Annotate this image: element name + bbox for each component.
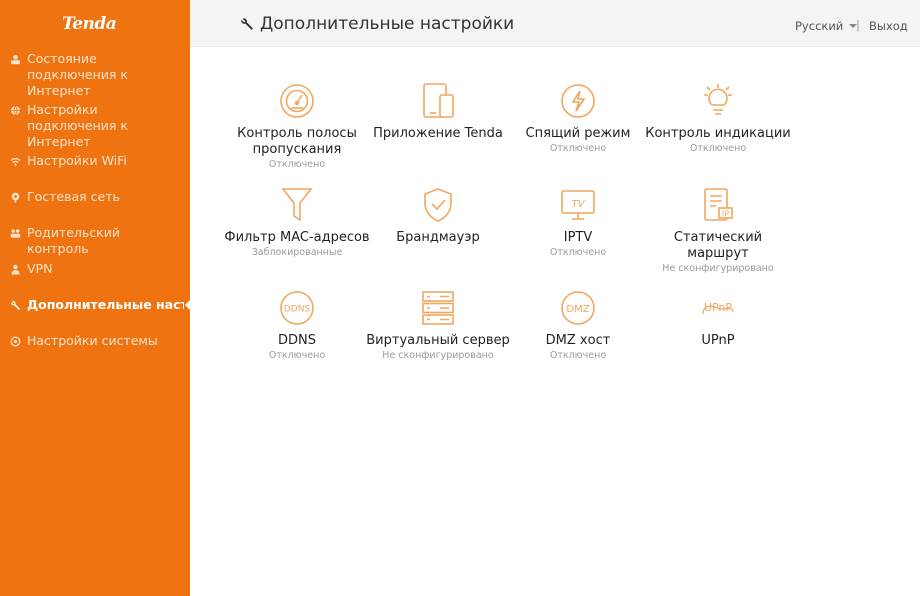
sidebar-item-vpn[interactable]: VPN [0,261,190,297]
wrench-icon [10,297,27,311]
sidebar-item-label: VPN [27,261,53,276]
logout-link[interactable]: Выход [869,19,908,33]
tile-mac-filter[interactable]: Фильтр MAC-адресов Заблокированные [222,186,372,259]
guest-icon [10,189,27,203]
light-bulb-icon [643,82,793,120]
sidebar-item-advanced-settings[interactable]: Дополнительные настройки [0,297,191,333]
upnp-icon: UPnP [643,289,793,327]
route-document-icon: IP [643,186,793,224]
ddns-icon: DDNS [222,289,372,327]
sidebar: Tenda Состояние подключения к Интернет Н… [0,0,191,596]
sidebar-item-label: Настройки системы [27,333,158,348]
tile-status: Отключено [549,350,607,361]
sidebar-nav: Состояние подключения к Интернет Настрой… [0,51,191,369]
header-separator: | [856,18,860,32]
tile-status: Отключено [549,143,607,154]
tile-firewall[interactable]: Брандмауэр [363,186,513,247]
tile-name: Контроль индикации [645,126,791,141]
funnel-icon [222,186,372,224]
tile-name: IPTV [563,230,593,245]
sidebar-item-system-settings[interactable]: Настройки системы [0,333,190,369]
page-title-text: Дополнительные настройки [260,14,515,34]
devices-icon [363,82,513,120]
tile-ddns[interactable]: DDNS DDNS Отключено [222,289,372,362]
tile-name: UPnP [701,333,735,348]
tile-status: Не сконфигурировано [382,350,494,361]
tile-name: Спящий режим [525,126,631,141]
sidebar-item-internet-status[interactable]: Состояние подключения к Интернет [0,51,190,102]
tenda-logo: Tenda [62,14,117,34]
language-select[interactable]: Русский [795,19,858,33]
svg-text:DMZ: DMZ [566,304,589,315]
tile-bandwidth-control[interactable]: Контроль полосы пропускания Отключено [222,82,372,171]
tv-icon: TV [503,186,653,224]
shield-check-icon [363,186,513,224]
sidebar-item-label: Настройки WiFi [27,153,127,168]
tile-status: Отключено [549,247,607,258]
tile-status: Не сконфигурировано [662,263,774,274]
page-title: Дополнительные настройки [240,14,514,34]
tile-name: Брандмауэр [396,230,480,245]
svg-text:DDNS: DDNS [284,305,311,315]
svg-text:IP: IP [722,210,729,219]
dmz-icon: DMZ [503,289,653,327]
sidebar-item-label: Дополнительные настройки [27,297,184,312]
wifi-icon [10,153,27,167]
sleep-power-icon [503,82,653,120]
system-gear-icon [10,333,27,347]
tile-name: Контроль полосы пропускания [237,126,357,157]
tile-status: Заблокированные [251,247,343,258]
tile-name: Фильтр MAC-адресов [224,230,370,245]
sidebar-item-wifi[interactable]: Настройки WiFi [0,153,190,189]
tile-dmz-host[interactable]: DMZ DMZ хост Отключено [503,289,653,362]
sidebar-item-label: Гостевая сеть [27,189,120,204]
tile-led-control[interactable]: Контроль индикации Отключено [643,82,793,155]
sidebar-item-internet-settings[interactable]: Настройки подключения к Интернет [0,102,190,153]
tile-iptv[interactable]: TV IPTV Отключено [503,186,653,259]
server-icon [363,289,513,327]
tile-status: Отключено [268,350,326,361]
tile-sleep-mode[interactable]: Спящий режим Отключено [503,82,653,155]
wrench-icon [240,17,254,31]
connection-status-icon [10,51,27,65]
parental-icon [10,225,27,239]
top-bar: Дополнительные настройки Русский | Выход [190,0,920,47]
tile-name: Статический маршрут [673,230,763,261]
tile-virtual-server[interactable]: Виртуальный сервер Не сконфигурировано [363,289,513,362]
sidebar-item-label: Состояние подключения к Интернет [27,51,128,98]
tile-tenda-app[interactable]: Приложение Tenda [363,82,513,143]
language-label: Русский [795,19,844,33]
tile-status: Отключено [268,159,326,170]
sidebar-item-label: Родительский контроль [27,225,120,256]
tile-name: Приложение Tenda [373,126,503,141]
tile-upnp[interactable]: UPnP UPnP [643,289,793,350]
speedometer-icon [222,82,372,120]
sidebar-item-parental-control[interactable]: Родительский контроль [0,225,190,261]
vpn-icon [10,261,27,275]
tile-name: DDNS [278,333,316,348]
svg-text:TV: TV [572,199,586,210]
svg-text:UPnP: UPnP [704,301,732,314]
tile-name: Виртуальный сервер [366,333,510,348]
globe-icon [10,102,27,116]
sidebar-item-guest-network[interactable]: Гостевая сеть [0,189,190,225]
sidebar-item-label: Настройки подключения к Интернет [27,102,128,149]
tile-status: Отключено [689,143,747,154]
tile-static-route[interactable]: IP Статический маршрут Не сконфигурирова… [643,186,793,275]
tile-name: DMZ хост [545,333,611,348]
